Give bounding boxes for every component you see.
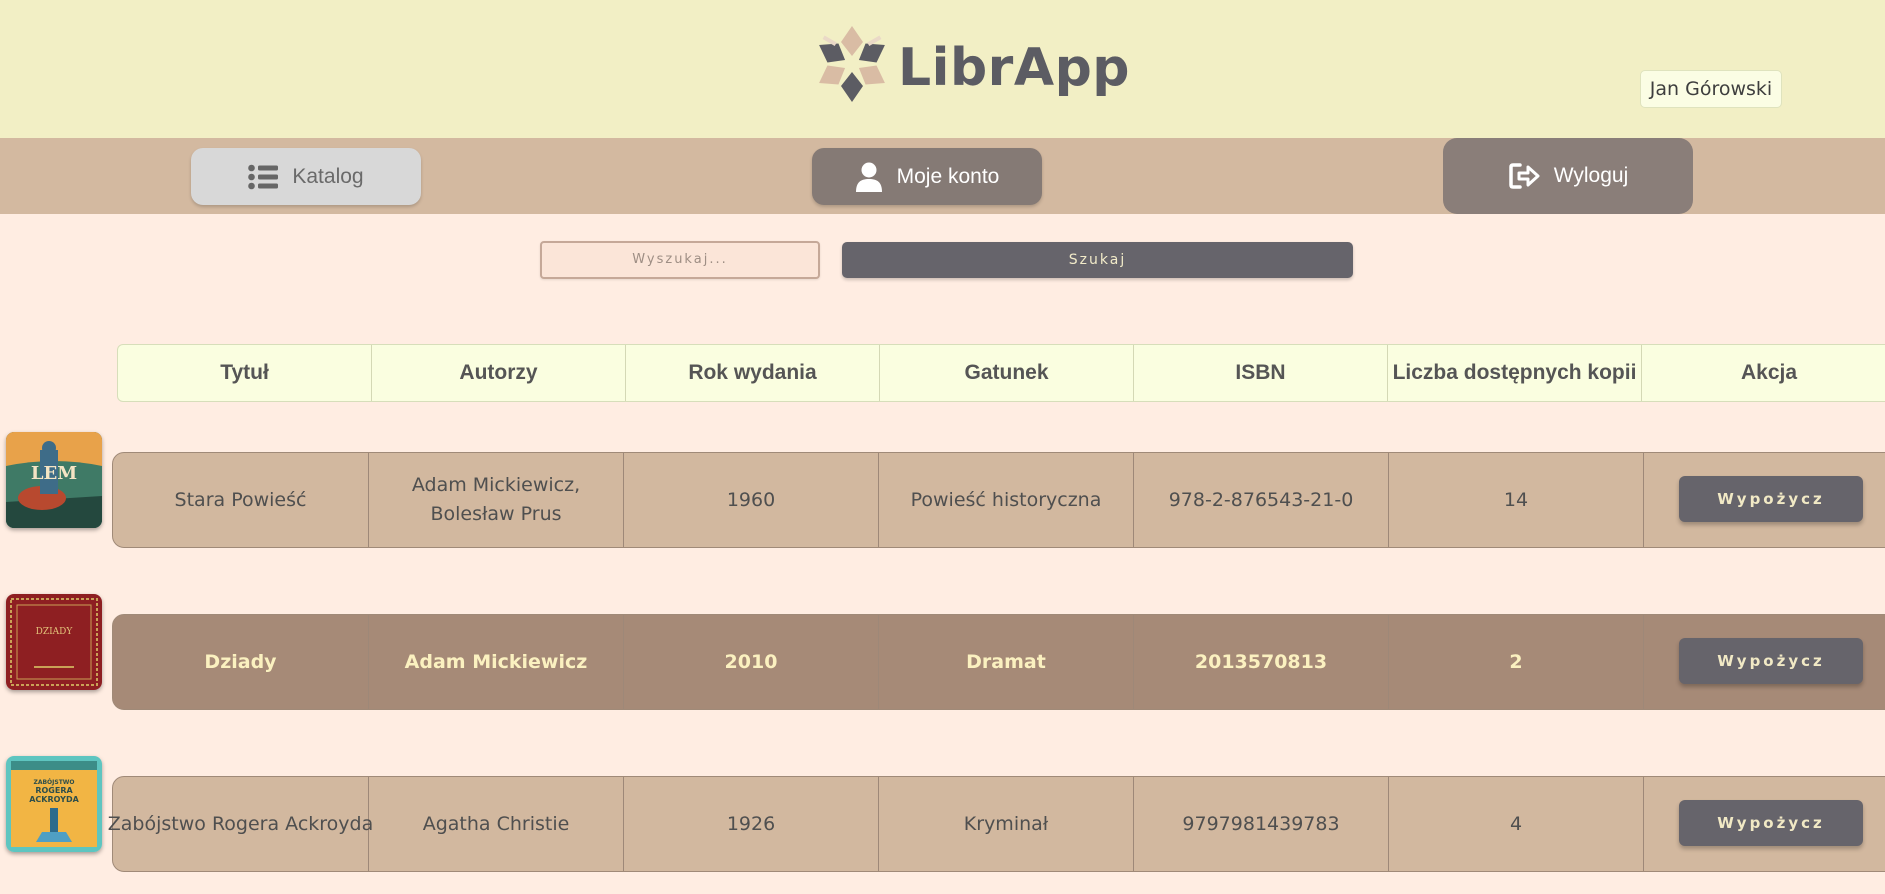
column-header-action: Akcja — [1740, 361, 1798, 384]
app-name: LibrApp — [898, 38, 1131, 98]
column-header-genre: Gatunek — [880, 345, 1134, 401]
column-header-year: Rok wydania — [626, 345, 880, 401]
table-row: Zabójstwo Rogera Ackroyda Agatha Christi… — [108, 776, 1885, 872]
column-header-authors: Autorzy — [372, 345, 626, 401]
svg-text:LEM: LEM — [31, 463, 77, 484]
borrow-button[interactable]: Wypożycz — [1679, 476, 1863, 522]
cell-copies: 4 — [1389, 777, 1644, 871]
katalog-button[interactable]: Katalog — [191, 148, 421, 205]
search-input[interactable]: Wyszukaj... — [540, 241, 820, 279]
svg-text:ROGERA: ROGERA — [35, 786, 73, 795]
cell-title: Zabójstwo Rogera Ackroyda — [108, 777, 373, 871]
borrow-button[interactable]: Wypożycz — [1679, 638, 1863, 684]
search-button[interactable]: Szukaj — [842, 242, 1353, 278]
logout-label: Wyloguj — [1553, 164, 1629, 187]
book-cover-image: DZIADY — [6, 594, 102, 690]
column-header-copies: Liczba dostępnych kopii — [1388, 345, 1642, 401]
book-cover-image: LEM — [6, 432, 102, 528]
app-logo[interactable]: LibrApp — [802, 14, 1130, 118]
list-icon — [248, 164, 279, 189]
my-account-button[interactable]: Moje konto — [812, 148, 1042, 205]
column-header-isbn: ISBN — [1134, 345, 1388, 401]
cell-genre: Kryminał — [879, 777, 1134, 871]
user-icon — [855, 162, 882, 192]
table-row: Stara Powieść Adam Mickiewicz, Bolesław … — [112, 452, 1885, 548]
cell-year: 2010 — [624, 615, 879, 709]
cell-copies: 14 — [1389, 453, 1644, 547]
cell-authors: Adam Mickiewicz, Bolesław Prus — [369, 453, 624, 547]
column-header-title: Tytuł — [118, 345, 372, 401]
cell-authors: Agatha Christie — [369, 777, 624, 871]
table-row: Dziady Adam Mickiewicz 2010 Dramat 20135… — [112, 614, 1885, 710]
borrow-button[interactable]: Wypożycz — [1679, 800, 1863, 846]
app-header: LibrApp Jan Górowski — [0, 0, 1885, 138]
my-account-label: Moje konto — [896, 164, 1000, 188]
katalog-label: Katalog — [292, 164, 364, 188]
cell-genre: Dramat — [879, 615, 1134, 709]
svg-text:ACKROYDA: ACKROYDA — [29, 795, 79, 804]
table-header: Tytuł Autorzy Rok wydania Gatunek ISBN L… — [117, 344, 1885, 402]
svg-text:ZABÓJSTWO: ZABÓJSTWO — [33, 779, 74, 786]
cell-isbn: 2013570813 — [1134, 615, 1389, 709]
user-name-badge[interactable]: Jan Górowski — [1640, 70, 1782, 108]
logout-button[interactable]: Wyloguj — [1443, 138, 1693, 214]
cell-year: 1926 — [624, 777, 879, 871]
cell-isbn: 9797981439783 — [1134, 777, 1389, 871]
cell-authors: Adam Mickiewicz — [369, 615, 624, 709]
cell-title: Stara Powieść — [113, 453, 369, 547]
book-flower-logo-icon — [819, 26, 885, 102]
book-cover-image: ZABÓJSTWO ROGERA ACKROYDA — [6, 756, 102, 852]
cell-isbn: 978-2-876543-21-0 — [1134, 453, 1389, 547]
cell-genre: Powieść historyczna — [879, 453, 1134, 547]
svg-text:DZIADY: DZIADY — [36, 627, 74, 637]
cell-copies: 2 — [1389, 615, 1644, 709]
cell-title: Dziady — [113, 615, 369, 709]
cell-year: 1960 — [624, 453, 879, 547]
sign-out-icon — [1508, 163, 1540, 189]
